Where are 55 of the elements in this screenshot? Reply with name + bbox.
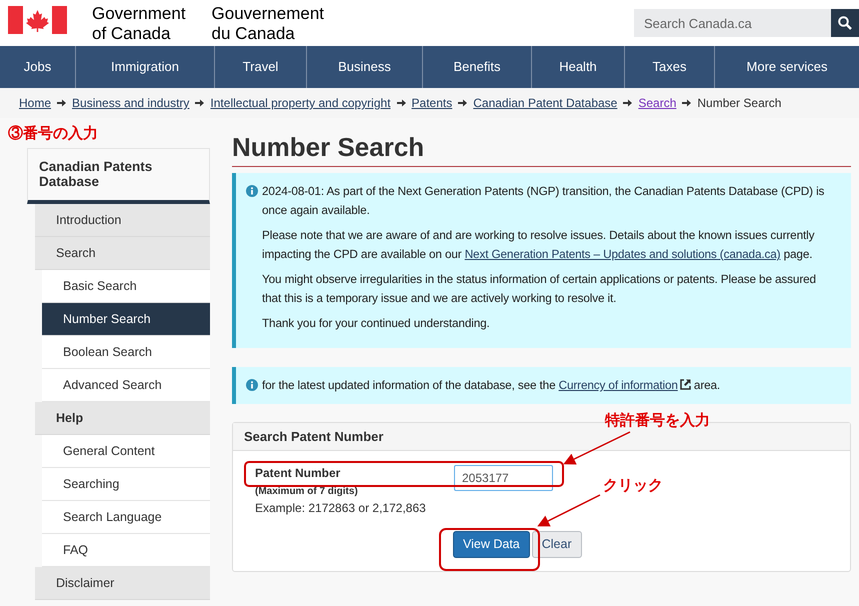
clear-button[interactable]: Clear [532,531,582,558]
wordmark-text: Government [92,4,186,24]
sidebar-subitem[interactable]: FAQ [42,534,210,567]
arrow-icon [57,99,66,107]
field-hint: (Maximum of 7 digits) [255,485,358,499]
sidebar-item[interactable]: Disclaimer [35,567,210,600]
notice-link[interactable]: Currency of information [558,378,691,392]
arrow-icon [195,99,204,107]
info-icon [246,379,258,391]
field-label: Patent Number [255,466,340,481]
notice-text: for the latest updated information of the database, see the Currency of information area. [262,377,720,394]
sidebar-subitem[interactable]: Searching [42,468,210,501]
wordmark-text: du Canada [212,24,296,44]
arrow [563,431,630,464]
nav-link[interactable]: More services [715,46,859,88]
flag-icon [8,6,67,34]
sidebar-subitem[interactable]: Number Search [42,303,210,336]
notice-text: 2024-08-01: As part of the Next Generation Patents (NGP) transition, the Canadian Patents Database (CPD) is once again available. [262,183,826,219]
breadcrumb-link[interactable]: Canadian Patent Database [473,94,618,112]
notice-text: You might observe irregularities in the status information of certain applications or patents. Please be assured that this is a temporary issue and we are actively working to resolve it. [262,271,817,307]
breadcrumb-link[interactable]: Search [638,94,676,112]
sidebar-subitem[interactable]: Advanced Search [42,369,210,402]
breadcrumb-link[interactable]: Patents [412,94,452,112]
sidebar-subitem[interactable]: Search Language [42,501,210,534]
arrow-icon [396,99,406,107]
step-title: ③番号の入力 [8,124,98,144]
breadcrumb-text: Number Search [697,95,782,112]
arrow [537,494,600,526]
sidebar-item[interactable]: Help [35,402,210,435]
search-field[interactable]: Search Canada.ca [634,9,831,37]
sidebar-item[interactable]: Search [35,237,210,270]
sidebar-subitem[interactable]: Basic Search [42,270,210,303]
sidebar-item[interactable]: Introduction [35,204,210,237]
view-data-button[interactable]: View Data [453,531,530,558]
patent-number-field[interactable]: 2053177 [454,465,553,491]
sidebar-title: Canadian Patents Database [27,148,210,204]
arrow-icon [458,99,468,107]
example-text: Example: 2172863 or 2,172,863 [255,501,426,516]
sidebar-subitem[interactable]: Boolean Search [42,336,210,369]
breadcrumb-link[interactable]: Business and industry [72,94,190,112]
info-icon [246,185,258,197]
breadcrumb-link[interactable]: Intellectual property and copyright [210,94,391,112]
arrow-icon [682,99,692,107]
callout-text: クリック [603,476,663,496]
breadcrumb-link[interactable]: Home [19,94,52,112]
notice-text: Please note that we are aware of and are working to resolve issues. Details about the known issues currently impacting the CPD are available on our Next Generation Patents – Updates and solutions (canada.ca) page. [262,227,816,263]
notice-text: Thank you for your continued understanding. [262,315,490,332]
wordmark-text: Gouvernement [212,4,324,24]
sidebar-subitem[interactable]: General Content [42,435,210,468]
arrow-icon [623,99,632,107]
search-button[interactable] [831,9,859,37]
notice-link[interactable]: Next Generation Patents – Updates and solutions (canada.ca) [464,247,780,261]
page-title: Number Search [232,132,851,167]
search-icon [838,16,852,30]
wordmark-text: of Canada [92,24,172,44]
